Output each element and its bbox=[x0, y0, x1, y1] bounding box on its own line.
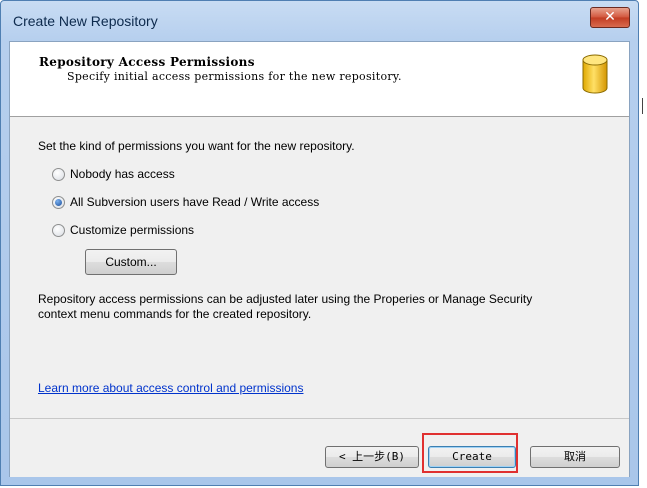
page-title: Repository Access Permissions bbox=[39, 55, 255, 69]
close-button[interactable]: ✕ bbox=[590, 7, 630, 28]
back-button[interactable]: < 上一步(B) bbox=[325, 446, 419, 468]
learn-more-link[interactable]: Learn more about access control and perm… bbox=[38, 381, 303, 395]
page-subtitle: Specify initial access permissions for t… bbox=[67, 70, 402, 83]
wizard-footer: < 上一步(B) Create 取消 bbox=[10, 418, 629, 477]
permissions-note-line1: Repository access permissions can be adj… bbox=[38, 292, 533, 306]
database-icon bbox=[582, 54, 608, 94]
wizard-body: Set the kind of permissions you want for… bbox=[10, 117, 629, 418]
dialog-window: Create New Repository ✕ Repository Acces… bbox=[0, 0, 639, 486]
custom-button[interactable]: Custom... bbox=[85, 249, 177, 275]
create-button-highlight bbox=[422, 433, 518, 473]
dialog-client-area: Repository Access Permissions Specify in… bbox=[9, 41, 630, 477]
window-title: Create New Repository bbox=[13, 13, 158, 29]
permissions-note-line2: context menu commands for the created re… bbox=[38, 307, 312, 321]
title-bar[interactable]: Create New Repository ✕ bbox=[1, 1, 638, 41]
option-label-customize[interactable]: Customize permissions bbox=[70, 223, 194, 237]
option-label-nobody[interactable]: Nobody has access bbox=[70, 167, 175, 181]
permissions-prompt: Set the kind of permissions you want for… bbox=[38, 139, 355, 153]
radio-customize-permissions[interactable] bbox=[52, 224, 65, 237]
radio-nobody-access[interactable] bbox=[52, 168, 65, 181]
wizard-header: Repository Access Permissions Specify in… bbox=[10, 42, 629, 117]
radio-all-users-read-write[interactable] bbox=[52, 196, 65, 209]
cancel-button[interactable]: 取消 bbox=[530, 446, 620, 468]
option-label-all-users[interactable]: All Subversion users have Read / Write a… bbox=[70, 195, 319, 209]
background-window-edge bbox=[642, 98, 643, 114]
